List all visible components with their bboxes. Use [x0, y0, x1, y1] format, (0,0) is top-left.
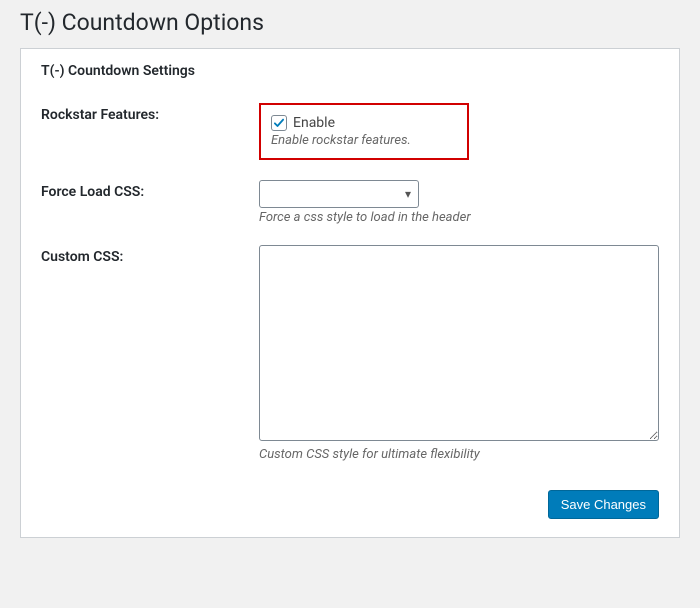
force-load-css-label: Force Load CSS:	[41, 180, 259, 245]
save-changes-button[interactable]: Save Changes	[548, 490, 659, 519]
force-load-css-select[interactable]	[259, 180, 419, 208]
rockstar-highlight: Enable Enable rockstar features.	[259, 103, 469, 160]
row-force-load-css: Force Load CSS: Force a css style to loa…	[41, 180, 659, 245]
panel-heading: T(-) Countdown Settings	[41, 63, 659, 79]
rockstar-label: Rockstar Features:	[41, 103, 259, 180]
custom-css-textarea[interactable]	[259, 245, 659, 441]
custom-css-description: Custom CSS style for ultimate flexibilit…	[259, 447, 659, 462]
row-rockstar: Rockstar Features: Enable Enable rocksta…	[41, 103, 659, 180]
settings-panel: T(-) Countdown Settings Rockstar Feature…	[20, 48, 680, 538]
rockstar-checkbox[interactable]	[271, 115, 287, 131]
page-title: T(-) Countdown Options	[20, 0, 680, 48]
rockstar-checkbox-label: Enable	[293, 115, 335, 131]
row-custom-css: Custom CSS: Custom CSS style for ultimat…	[41, 245, 659, 482]
force-load-css-description: Force a css style to load in the header	[259, 210, 659, 225]
rockstar-description: Enable rockstar features.	[271, 133, 411, 148]
custom-css-label: Custom CSS:	[41, 245, 259, 482]
check-icon	[273, 117, 285, 129]
